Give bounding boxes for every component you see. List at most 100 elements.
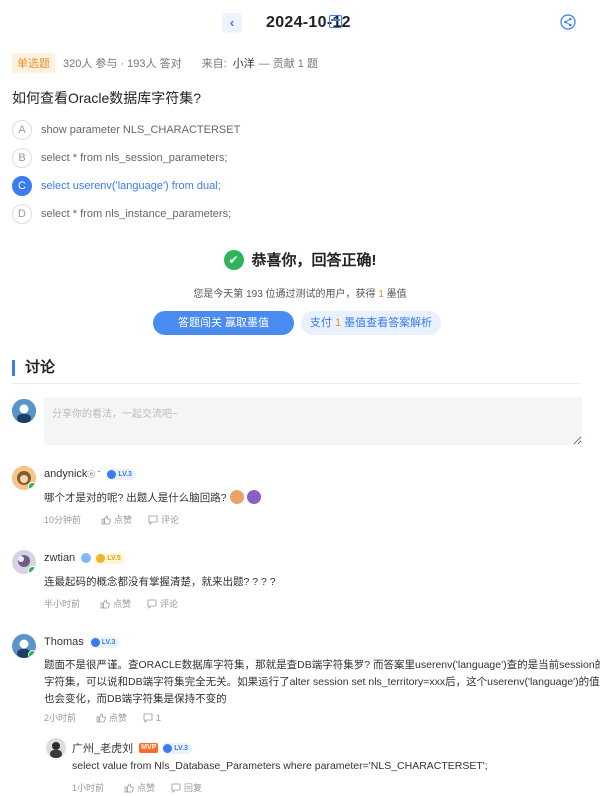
- option-letter: D: [12, 204, 32, 224]
- result-actions: 答题闯关 赢取墨值 支付 1 墨值查看答案解析: [0, 311, 600, 335]
- comment-footer: 2小时前 点赞 1: [44, 711, 177, 724]
- comment-header: zwtian LV.5: [44, 552, 125, 564]
- comment-text: select value from Nls_Database_Parameter…: [72, 760, 488, 772]
- question-type-badge: 单选题: [12, 53, 55, 73]
- reply-label: 评论: [160, 599, 179, 609]
- share-icon[interactable]: [560, 14, 576, 30]
- reply-label: 评论: [161, 515, 180, 525]
- reply-button[interactable]: 1: [143, 713, 161, 723]
- comment-item: andynickⓔ ˇ LV.3 哪个才是对的呢? 出题人是什么脑回路? 10分…: [12, 466, 587, 526]
- comment-item: Thomas LV.3 题面不是很严谨。查ORACLE数据库字符集，那就是查DB…: [12, 634, 600, 726]
- like-button[interactable]: 点赞: [96, 711, 127, 724]
- avatar[interactable]: [12, 466, 36, 490]
- option-text: show parameter NLS_CHARACTERSET: [41, 124, 241, 136]
- comment-header: andynickⓔ ˇ LV.3: [44, 468, 136, 480]
- contribution-count: — 贡献 1 题: [258, 58, 318, 70]
- member-icon: [81, 553, 92, 563]
- comment-footer: 1小时前 点赞 回复: [72, 781, 218, 794]
- result-banner: ✔ 恭喜你，回答正确!: [0, 249, 600, 270]
- reply-button[interactable]: 评论: [148, 513, 179, 526]
- question-meta: 单选题 320人 参与 · 193人 答对 来自: 小洋 — 贡献 1 题: [12, 53, 318, 73]
- like-label: 点赞: [113, 599, 132, 609]
- result-subtitle: 您是今天第 193 位通过测试的用户，获得 1 墨值: [0, 285, 600, 300]
- avatar[interactable]: [12, 634, 36, 658]
- comment-footer: 10分钟前 点赞 评论: [44, 513, 195, 526]
- participation-stats: 320人 参与 · 193人 答对: [63, 58, 182, 70]
- comment-text: 哪个才是对的呢? 出题人是什么脑回路?: [44, 490, 261, 507]
- like-button[interactable]: 点赞: [124, 781, 155, 794]
- answer-options: A show parameter NLS_CHARACTERSET B sele…: [12, 116, 582, 228]
- commenter-name[interactable]: andynickⓔ ˇ: [44, 468, 100, 480]
- reply-item: 广州_老虎刘 MVP LV.3 select value from Nls_Da…: [46, 738, 586, 796]
- comment-time: 1小时前: [72, 783, 105, 793]
- option-letter: C: [12, 176, 32, 196]
- from-label: 来自:: [201, 58, 227, 70]
- thumb-up-icon: [124, 783, 134, 792]
- question-title: 如何查看Oracle数据库字符集?: [12, 90, 202, 106]
- comment-icon: [148, 515, 158, 525]
- like-button[interactable]: 点赞: [101, 513, 132, 526]
- avatar[interactable]: [46, 738, 66, 758]
- commenter-name[interactable]: zwtian: [44, 552, 75, 564]
- option-a[interactable]: A show parameter NLS_CHARACTERSET: [12, 116, 582, 144]
- level-text: LV.3: [101, 638, 116, 646]
- discussion-title: 讨论: [12, 360, 55, 376]
- btn-text: 墨值查看答案解析: [341, 317, 433, 329]
- option-b[interactable]: B select * from nls_session_parameters;: [12, 144, 582, 172]
- level-badge: LV.3: [106, 468, 136, 480]
- result-sub-suffix: 墨值: [383, 289, 407, 300]
- level-badge: LV.5: [95, 552, 125, 564]
- top-bar: ‹ 2024-10-12: [0, 0, 600, 46]
- verified-badge: [28, 566, 36, 574]
- option-c[interactable]: C select userenv('language') from dual;: [12, 172, 582, 200]
- comment-text: 题面不是很严谨。查ORACLE数据库字符集，那就是查DB端字符集罗? 而答案里u…: [44, 657, 600, 708]
- option-d[interactable]: D select * from nls_instance_parameters;: [12, 200, 582, 228]
- comment-input[interactable]: [44, 397, 582, 445]
- reply-button[interactable]: 回复: [171, 781, 202, 794]
- name-text: andynick: [44, 468, 88, 480]
- comment-time: 半小时前: [44, 599, 81, 609]
- commenter-name[interactable]: 广州_老虎刘: [72, 740, 133, 756]
- name-suffix: ⓔ ˇ: [87, 470, 101, 479]
- comment-time: 10分钟前: [44, 515, 82, 525]
- reply-button[interactable]: 评论: [147, 597, 178, 610]
- result-title-text: 恭喜你，回答正确!: [251, 252, 377, 269]
- level-text: LV.3: [174, 744, 188, 752]
- comment-header: 广州_老虎刘 MVP LV.3: [72, 740, 192, 756]
- avatar[interactable]: [12, 550, 36, 574]
- level-badge: LV.3: [162, 742, 192, 754]
- reply-count: 1: [156, 712, 162, 723]
- btn-text: 支付: [309, 317, 335, 329]
- option-text: select userenv('language') from dual;: [41, 180, 221, 192]
- comment-text: 连最起码的概念都没有掌握清楚，就来出题? ? ? ?: [44, 576, 276, 588]
- option-text: select * from nls_instance_parameters;: [41, 208, 232, 220]
- comment-header: Thomas LV.3: [44, 636, 120, 648]
- like-button[interactable]: 点赞: [100, 597, 131, 610]
- like-label: 点赞: [137, 783, 156, 793]
- thumb-up-icon: [101, 515, 111, 524]
- level-text: LV.3: [118, 470, 132, 478]
- challenge-button[interactable]: 答题闯关 赢取墨值: [153, 311, 294, 335]
- level-badge: LV.3: [89, 636, 120, 648]
- comment-icon: [171, 783, 181, 793]
- calendar-icon[interactable]: [329, 15, 342, 28]
- option-letter: B: [12, 148, 32, 168]
- level-text: LV.5: [107, 554, 121, 562]
- commenter-name[interactable]: Thomas: [44, 636, 84, 648]
- flexed-arm-emoji-icon: [229, 490, 244, 504]
- comment-time: 2小时前: [44, 713, 77, 723]
- comment-body: 哪个才是对的呢? 出题人是什么脑回路?: [44, 492, 227, 504]
- comment-line: 题面不是很严谨。查ORACLE数据库字符集，那就是查DB端字符集罗? 而答案里u…: [44, 659, 600, 671]
- verified-badge: [28, 482, 36, 490]
- option-text: select * from nls_session_parameters;: [41, 152, 228, 164]
- chevron-left-icon[interactable]: ‹: [222, 13, 242, 33]
- like-label: 点赞: [109, 713, 128, 723]
- option-letter: A: [12, 120, 32, 140]
- check-circle-icon: ✔: [223, 249, 244, 270]
- view-explanation-button[interactable]: 支付 1 墨值查看答案解析: [301, 311, 441, 335]
- like-label: 点赞: [114, 515, 133, 525]
- comment-icon: [147, 599, 157, 609]
- author-link[interactable]: 小洋: [233, 55, 255, 71]
- comment-footer: 半小时前 点赞 评论: [44, 597, 194, 610]
- comment-line: 也会变化，而DB端字符集是保持不变的: [44, 693, 227, 705]
